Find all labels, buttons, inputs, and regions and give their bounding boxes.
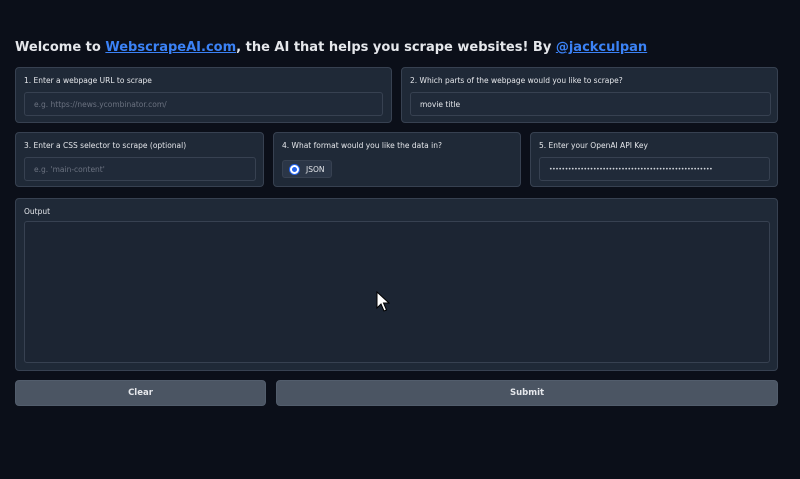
url-input[interactable]: e.g. https://news.ycombinator.com/ bbox=[24, 92, 383, 116]
api-key-label: 5. Enter your OpenAI API Key bbox=[539, 141, 648, 150]
output-panel: Output bbox=[15, 198, 778, 371]
page-title: Welcome to WebscrapeAI.com, the AI that … bbox=[15, 40, 647, 55]
css-selector-label: 3. Enter a CSS selector to scrape (optio… bbox=[24, 141, 187, 150]
site-link[interactable]: WebscrapeAI.com bbox=[105, 40, 236, 55]
parts-input[interactable]: movie title bbox=[410, 92, 771, 116]
submit-button[interactable]: Submit bbox=[276, 380, 778, 406]
clear-button[interactable]: Clear bbox=[15, 380, 266, 406]
title-middle: , the AI that helps you scrape websites!… bbox=[236, 40, 556, 55]
api-key-input[interactable]: ••••••••••••••••••••••••••••••••••••••••… bbox=[539, 157, 770, 181]
parts-value: movie title bbox=[420, 99, 461, 109]
parts-label: 2. Which parts of the webpage would you … bbox=[410, 76, 623, 85]
css-selector-placeholder: e.g. 'main-content' bbox=[34, 164, 105, 174]
format-option-json[interactable]: JSON bbox=[282, 160, 332, 178]
mouse-pointer-icon bbox=[376, 291, 390, 312]
parts-panel: 2. Which parts of the webpage would you … bbox=[401, 67, 778, 123]
css-selector-input[interactable]: e.g. 'main-content' bbox=[24, 157, 256, 181]
format-option-label: JSON bbox=[306, 164, 325, 174]
css-selector-panel: 3. Enter a CSS selector to scrape (optio… bbox=[15, 132, 264, 187]
api-key-masked-value: ••••••••••••••••••••••••••••••••••••••••… bbox=[549, 165, 713, 173]
output-textarea[interactable] bbox=[24, 221, 770, 363]
api-key-panel: 5. Enter your OpenAI API Key •••••••••••… bbox=[530, 132, 778, 187]
output-label: Output bbox=[24, 207, 51, 216]
url-label: 1. Enter a webpage URL to scrape bbox=[24, 76, 152, 85]
author-link[interactable]: @jackculpan bbox=[556, 40, 647, 55]
url-panel: 1. Enter a webpage URL to scrape e.g. ht… bbox=[15, 67, 392, 123]
webscrape-app: Welcome to WebscrapeAI.com, the AI that … bbox=[0, 0, 800, 479]
format-label: 4. What format would you like the data i… bbox=[282, 141, 442, 150]
format-panel: 4. What format would you like the data i… bbox=[273, 132, 521, 187]
radio-selected-icon[interactable] bbox=[290, 164, 299, 174]
title-prefix: Welcome to bbox=[15, 40, 106, 55]
url-placeholder: e.g. https://news.ycombinator.com/ bbox=[34, 99, 167, 109]
